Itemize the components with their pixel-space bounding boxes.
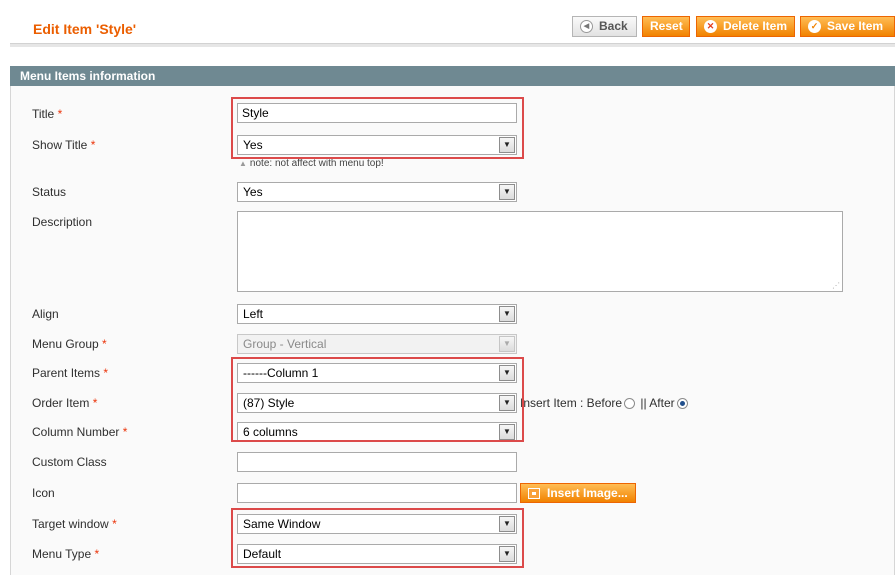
show-title-select[interactable]: Yes ▼ [237,135,517,155]
dropdown-arrow-icon: ▼ [499,424,515,440]
dropdown-arrow-icon: ▼ [499,336,515,352]
custom-class-label: Custom Class [32,455,107,469]
custom-class-input[interactable] [237,452,517,472]
target-window-select[interactable]: Same Window ▼ [237,514,517,534]
insert-image-label: Insert Image... [547,486,628,500]
dropdown-arrow-icon: ▼ [499,137,515,153]
description-label: Description [32,215,93,229]
dropdown-arrow-icon: ▼ [499,306,515,322]
parent-items-label: Parent Items * [32,366,109,380]
order-item-label: Order Item * [32,396,98,410]
page-title: Edit Item 'Style' [33,21,137,37]
title-divider [10,43,895,47]
section-header: Menu Items information [10,66,895,86]
description-textarea[interactable]: ⋰ [237,211,843,292]
note-up-arrow-icon: ▲ [239,159,247,168]
checkmark-icon: ✓ [808,20,821,33]
delete-x-icon: ✕ [704,20,717,33]
icon-input[interactable] [237,483,517,503]
parent-items-select[interactable]: ------Column 1 ▼ [237,363,517,383]
column-number-select[interactable]: 6 columns ▼ [237,422,517,442]
menu-type-label: Menu Type * [32,547,100,561]
reset-button-label: Reset [650,19,683,33]
title-input[interactable]: Style [237,103,517,123]
status-label: Status [32,185,67,199]
delete-item-button[interactable]: ✕ Delete Item [696,16,795,37]
insert-position: Insert Item : Before || After [520,396,690,410]
save-button-label: Save Item [827,19,884,33]
icon-label: Icon [32,486,55,500]
title-label: Title * [32,107,63,121]
column-number-label: Column Number * [32,425,128,439]
show-title-note: ▲ note: not affect with menu top! [239,158,384,169]
menu-group-select: Group - Vertical ▼ [237,334,517,354]
menu-type-select[interactable]: Default ▼ [237,544,517,564]
image-icon [528,487,540,499]
reset-button[interactable]: Reset [642,16,690,37]
dropdown-arrow-icon: ▼ [499,184,515,200]
back-button[interactable]: ◀ Back [572,16,637,37]
menu-group-label: Menu Group * [32,337,107,351]
dropdown-arrow-icon: ▼ [499,365,515,381]
dropdown-arrow-icon: ▼ [499,395,515,411]
resize-grip-icon[interactable]: ⋰ [832,281,840,290]
show-title-label: Show Title * [32,138,96,152]
dropdown-arrow-icon: ▼ [499,516,515,532]
status-select[interactable]: Yes ▼ [237,182,517,202]
insert-after-radio[interactable] [676,398,688,409]
dropdown-arrow-icon: ▼ [499,546,515,562]
delete-button-label: Delete Item [722,19,787,33]
insert-image-button[interactable]: Insert Image... [520,483,636,503]
align-label: Align [32,307,59,321]
back-button-label: Back [599,19,628,33]
align-select[interactable]: Left ▼ [237,304,517,324]
insert-before-radio[interactable] [624,398,636,409]
save-item-button[interactable]: ✓ Save Item [800,16,895,37]
target-window-label: Target window * [32,517,117,531]
order-item-select[interactable]: (87) Style ▼ [237,393,517,413]
back-arrow-icon: ◀ [580,20,593,33]
